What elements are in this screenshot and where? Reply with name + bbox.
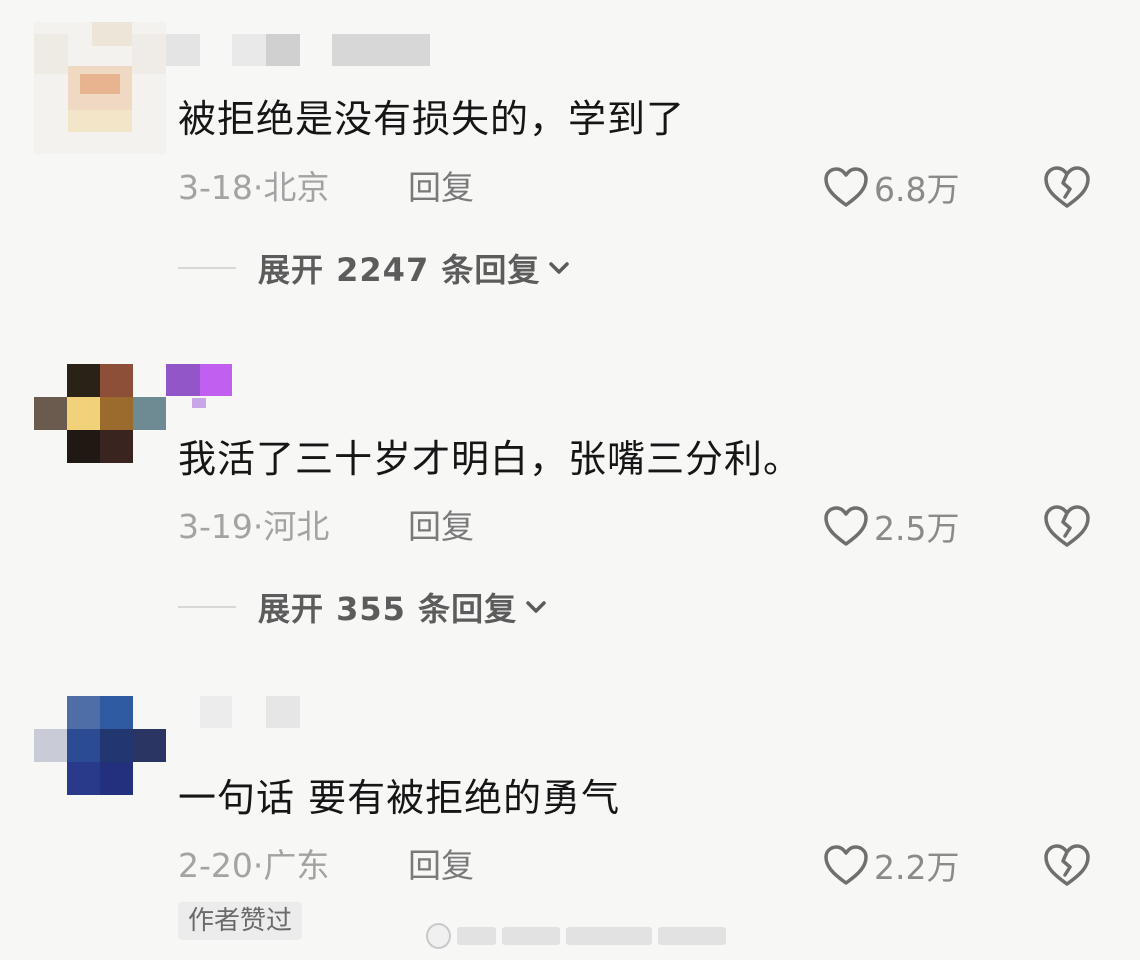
comment-meta: 3-19·河北 [178, 507, 329, 547]
comment-text: 被拒绝是没有损失的，学到了 [178, 97, 686, 141]
comment-text: 一句话 要有被拒绝的勇气 [178, 776, 621, 820]
broken-heart-icon [1044, 844, 1090, 886]
watermark [426, 922, 726, 950]
watermark-block [457, 927, 496, 945]
reply-button[interactable]: 回复 [408, 846, 474, 886]
avatar[interactable] [34, 364, 166, 496]
like-button[interactable]: 2.5万 [822, 503, 959, 549]
comment-text: 我活了三十岁才明白，张嘴三分利。 [178, 437, 803, 481]
like-button[interactable]: 2.2万 [822, 842, 959, 888]
comment-location: 北京 [263, 168, 330, 207]
heart-outline-icon [824, 506, 868, 546]
like-button[interactable]: 6.8万 [822, 164, 959, 210]
heart-outline-icon [824, 167, 868, 207]
reply-button[interactable]: 回复 [408, 507, 474, 547]
broken-heart-icon [1044, 166, 1090, 208]
expand-replies-button[interactable]: 展开 2247 条回复 [178, 248, 572, 289]
comment-meta: 2-20·广东 [178, 846, 329, 886]
divider-line [178, 606, 236, 608]
divider-line [178, 267, 236, 269]
dislike-button[interactable] [1042, 164, 1092, 210]
broken-heart-icon [1044, 505, 1090, 547]
comment-location: 广东 [263, 846, 330, 885]
watermark-logo [426, 923, 452, 949]
dislike-button[interactable] [1042, 503, 1092, 549]
like-count: 6.8万 [874, 170, 960, 209]
like-count: 2.2万 [874, 848, 960, 887]
chevron-down-icon [526, 601, 546, 613]
author-liked-badge: 作者赞过 [178, 902, 303, 940]
expand-replies-label: 展开 2247 条回复 [258, 251, 541, 289]
comment-meta: 3-18·北京 [178, 168, 329, 208]
avatar[interactable] [34, 22, 166, 154]
like-count: 2.5万 [874, 509, 960, 548]
watermark-block [501, 927, 560, 945]
dislike-button[interactable] [1042, 842, 1092, 888]
expand-replies-button[interactable]: 展开 355 条回复 [178, 587, 549, 628]
reply-button[interactable]: 回复 [408, 168, 474, 208]
watermark-block [565, 927, 653, 945]
heart-outline-icon [824, 845, 868, 885]
comment-date: 2-20· [178, 846, 264, 885]
comment-date: 3-19· [178, 507, 264, 546]
expand-replies-label: 展开 355 条回复 [258, 590, 518, 628]
avatar[interactable] [34, 696, 166, 828]
comment-location: 河北 [263, 507, 330, 546]
chevron-down-icon [549, 262, 570, 274]
comment-date: 3-18· [178, 168, 264, 207]
watermark-block [658, 927, 726, 945]
